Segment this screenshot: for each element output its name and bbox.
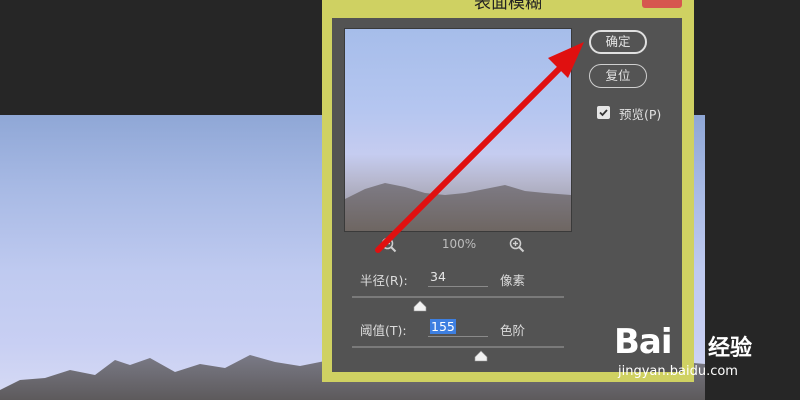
threshold-unit: 色阶 bbox=[500, 323, 526, 338]
baidu-jingyan-watermark: Bai 经验 jingyan.baidu.com bbox=[610, 320, 790, 390]
close-button[interactable] bbox=[642, 0, 682, 8]
threshold-label: 阈值(T): bbox=[360, 323, 407, 338]
threshold-value: 155 bbox=[430, 319, 456, 334]
watermark-brand: 经验 bbox=[708, 336, 753, 361]
preview-label: 预览(P) bbox=[619, 107, 662, 122]
dialog-body: 100% 半径(R): 34 像素 阈值(T): 155 色阶 确定 复位 预览… bbox=[332, 18, 682, 372]
reset-button[interactable]: 复位 bbox=[589, 64, 647, 88]
radius-unit: 像素 bbox=[500, 273, 526, 288]
watermark-logo: Bai bbox=[614, 322, 673, 362]
zoom-level: 100% bbox=[441, 237, 477, 251]
preview-mountains bbox=[345, 183, 571, 231]
watermark-url: jingyan.baidu.com bbox=[618, 364, 738, 379]
preview-checkbox[interactable] bbox=[597, 106, 610, 119]
ok-button[interactable]: 确定 bbox=[589, 30, 647, 54]
zoom-controls: 100% bbox=[344, 234, 570, 256]
threshold-slider-track[interactable] bbox=[352, 346, 564, 348]
radius-slider-track[interactable] bbox=[352, 296, 564, 298]
radius-input[interactable]: 34 bbox=[428, 269, 488, 287]
dialog-title: 表面模糊 bbox=[474, 0, 542, 13]
checkmark-icon bbox=[599, 109, 608, 117]
radius-label: 半径(R): bbox=[360, 273, 408, 288]
threshold-input[interactable]: 155 bbox=[428, 319, 488, 337]
zoom-out-icon[interactable] bbox=[380, 236, 398, 254]
zoom-in-icon[interactable] bbox=[508, 236, 526, 254]
preview-pane[interactable] bbox=[344, 28, 572, 232]
